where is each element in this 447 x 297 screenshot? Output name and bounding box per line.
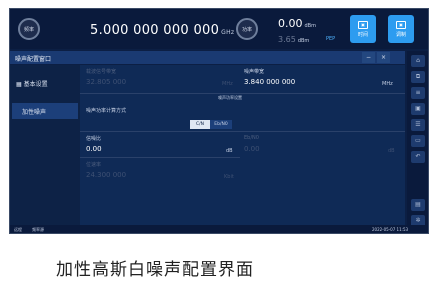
chip-icon[interactable]: ▣ [411, 103, 425, 115]
carrier-bandwidth-label: 载波信号带宽 [86, 69, 117, 75]
frequency-knob[interactable]: 频率 [18, 18, 40, 40]
ebno-field: 0.00 [244, 145, 260, 153]
clock-icon: ▣ [358, 20, 368, 29]
source-status: 频率源 [32, 227, 44, 232]
carrier-bandwidth-unit: MHz [222, 81, 233, 87]
section-divider [80, 157, 240, 158]
calc-mode-cn-option[interactable]: C/N [190, 120, 210, 129]
pep-label: PEP [326, 36, 336, 42]
frequency-unit: GHz [221, 29, 235, 36]
power-knob-label: 功率 [241, 26, 252, 33]
calc-mode-ebno-option[interactable]: Eb/N0 [210, 120, 232, 129]
modulation-icon: ▣ [396, 20, 406, 29]
pep-unit: dBm [297, 38, 310, 44]
home-icon[interactable]: ⌂ [411, 55, 425, 67]
menu-icon[interactable]: ▤ [411, 199, 425, 211]
bitrate-field: 24.300 000 [86, 171, 127, 179]
top-bar: 频率 5.000 000 000 000 GHz 功率 0.00 dBm 3.65 d… [10, 9, 428, 49]
layers-icon[interactable]: ≡ [411, 87, 425, 99]
bitrate-unit: Kbit [224, 174, 234, 180]
datetime-display: 2022-05-07 11:53 [372, 227, 409, 232]
frequency-value: 5.000 000 000 000 [90, 23, 220, 38]
section-divider [80, 93, 405, 94]
cn-unit: dB [226, 148, 233, 154]
noise-bandwidth-unit: MHz [382, 81, 393, 87]
pep-value: 3.65 [278, 35, 296, 44]
close-button[interactable]: × [377, 52, 390, 63]
status-bar: 远程 频率源 2022-05-07 11:53 [10, 225, 428, 233]
frequency-readout[interactable]: 5.000 000 000 000 GHz [90, 23, 234, 38]
panel-title-bar: 噪声配置窗口 [10, 51, 405, 64]
power-value: 0.00 [278, 17, 303, 30]
ebno-unit: dB [388, 148, 395, 154]
list-icon[interactable]: ☰ [411, 119, 425, 131]
sidebar-item-basic[interactable]: ▦ 基本设置 [12, 75, 78, 91]
modulate-button-label: 调制 [395, 31, 406, 38]
modulate-button[interactable]: ▣ 调制 [388, 15, 414, 43]
copy-icon[interactable]: ⧉ [411, 71, 425, 83]
pep-readout: 3.65 dBm [278, 35, 309, 44]
figure-caption: 加性高斯白噪声配置界面 [56, 260, 254, 280]
right-toolbar: ⌂ ⧉ ≡ ▣ ☰ ▭ ↶ ▤ ✲ [407, 51, 428, 233]
time-button[interactable]: ▣ 时间 [350, 15, 376, 43]
instrument-screen: 频率 5.000 000 000 000 GHz 功率 0.00 dBm 3.65 d… [9, 8, 429, 234]
carrier-bandwidth-field: 32.805 000 [86, 78, 127, 86]
power-readout[interactable]: 0.00 dBm [278, 17, 316, 30]
grid-icon: ▦ [16, 81, 22, 88]
undo-icon[interactable]: ↶ [411, 151, 425, 163]
panel-title: 噪声配置窗口 [15, 56, 52, 63]
sidebar-item-label: 基本设置 [23, 81, 48, 88]
remote-status: 远程 [14, 227, 22, 232]
time-button-label: 时间 [357, 31, 368, 38]
noise-form: 载波信号带宽 32.805 000 MHz 噪声带宽 3.840 000 000… [80, 65, 405, 225]
noise-bandwidth-label: 噪声带宽 [244, 69, 265, 75]
sidebar-item-additive-noise[interactable]: 加性噪声 [12, 103, 78, 119]
display-icon[interactable]: ▭ [411, 135, 425, 147]
frequency-knob-label: 频率 [23, 26, 34, 33]
settings-sidebar: ▦ 基本设置 加性噪声 [10, 65, 80, 225]
cn-label: 信噪比 [86, 136, 102, 142]
sidebar-item-label: 加性噪声 [22, 109, 47, 116]
cn-field[interactable]: 0.00 [86, 145, 102, 153]
noise-bandwidth-field[interactable]: 3.840 000 000 [244, 78, 295, 86]
power-unit: dBm [304, 23, 316, 29]
section-divider [80, 131, 405, 132]
power-knob[interactable]: 功率 [236, 18, 258, 40]
noise-power-section-label: 噪声功率设置 [218, 95, 242, 100]
minimize-button[interactable]: − [362, 52, 375, 63]
bitrate-label: 位速率 [86, 162, 102, 168]
calc-mode-label: 噪声功率计算方式 [86, 108, 127, 114]
ebno-label: Eb/N0 [244, 135, 259, 141]
